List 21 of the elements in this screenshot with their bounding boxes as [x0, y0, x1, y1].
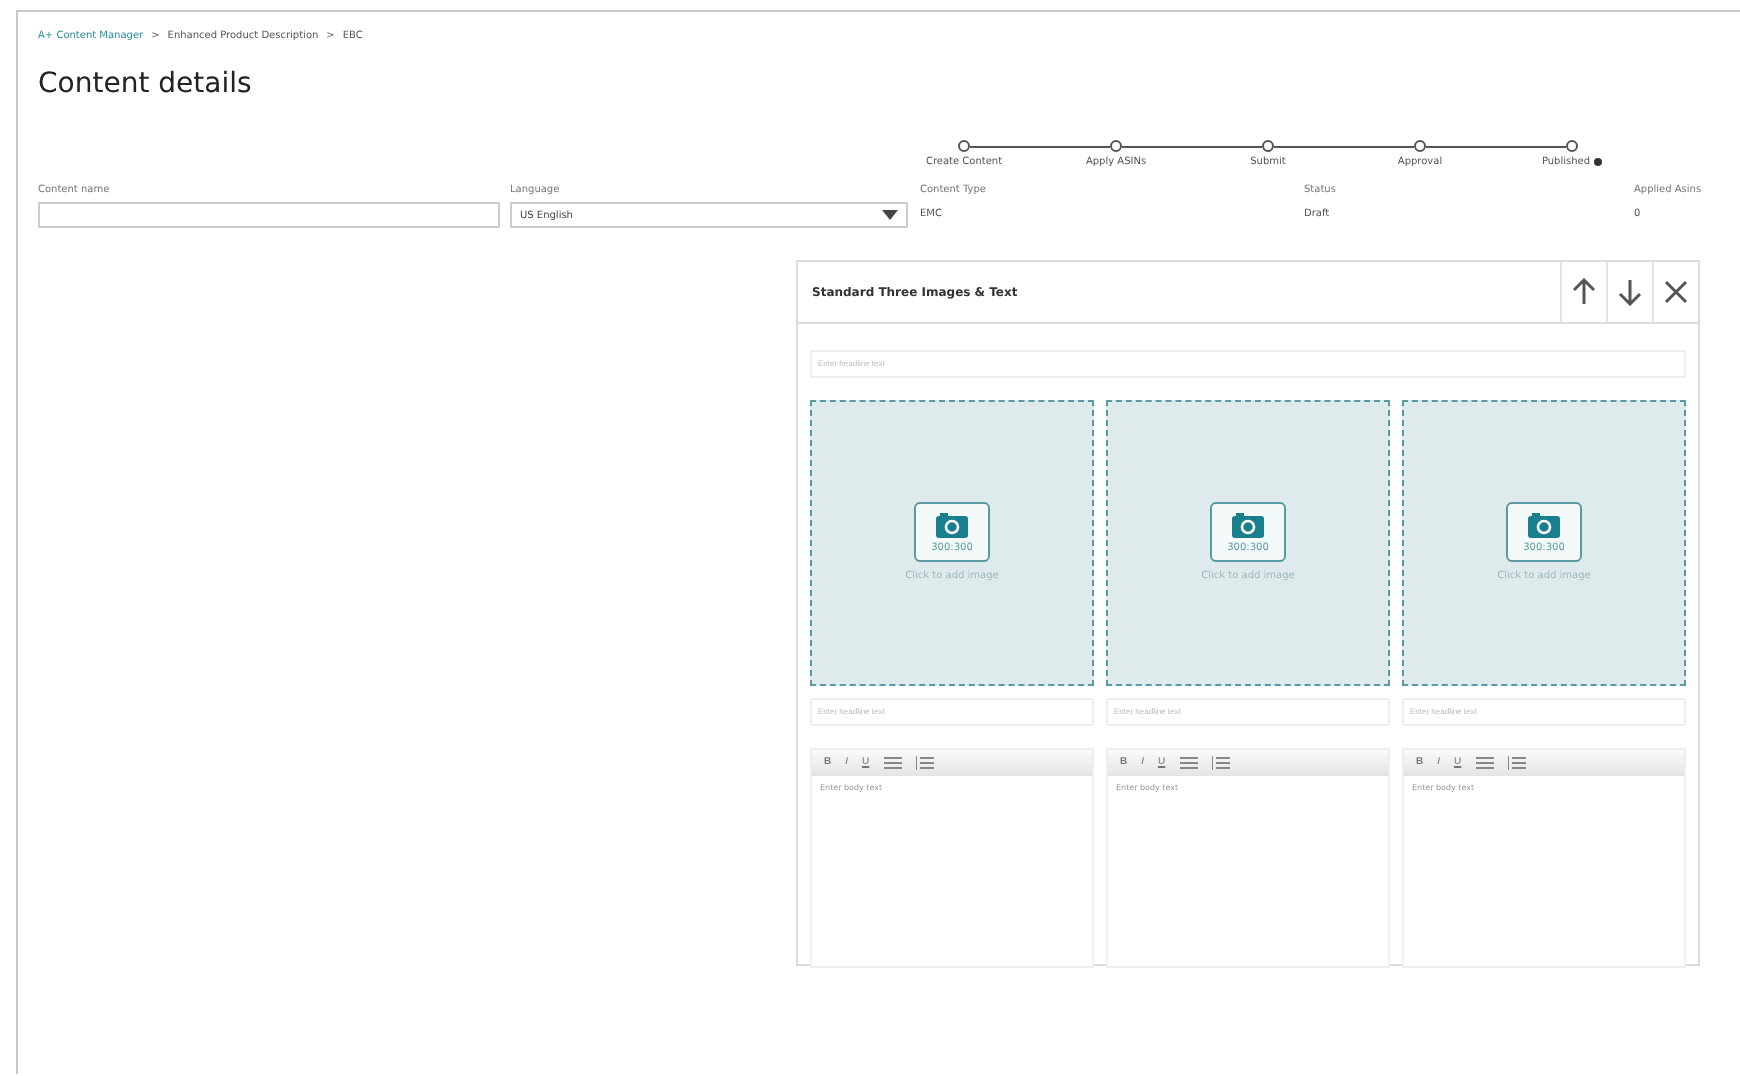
camera-icon [1528, 511, 1560, 537]
bulleted-list-button[interactable] [1175, 755, 1202, 769]
camera-icon [1232, 511, 1264, 537]
caret-icon [882, 210, 898, 220]
arrow-down-icon [1618, 278, 1642, 306]
camera-icon [936, 511, 968, 537]
content-name-field[interactable] [38, 202, 500, 228]
numbered-list-button[interactable] [1207, 755, 1234, 769]
numbered-list-button[interactable] [1503, 755, 1530, 769]
list-icon [915, 755, 934, 769]
list-icon [1211, 755, 1230, 769]
arrow-up-icon [1572, 278, 1596, 306]
list-icon [1507, 755, 1526, 769]
bulleted-list-button[interactable] [879, 755, 906, 769]
numbered-list-button[interactable] [911, 755, 938, 769]
list-icon [1475, 755, 1494, 769]
bulleted-list-button[interactable] [1471, 755, 1498, 769]
close-icon [1664, 280, 1688, 304]
page-title: Content details [38, 68, 254, 100]
list-icon [883, 755, 902, 769]
list-icon [1179, 755, 1198, 769]
